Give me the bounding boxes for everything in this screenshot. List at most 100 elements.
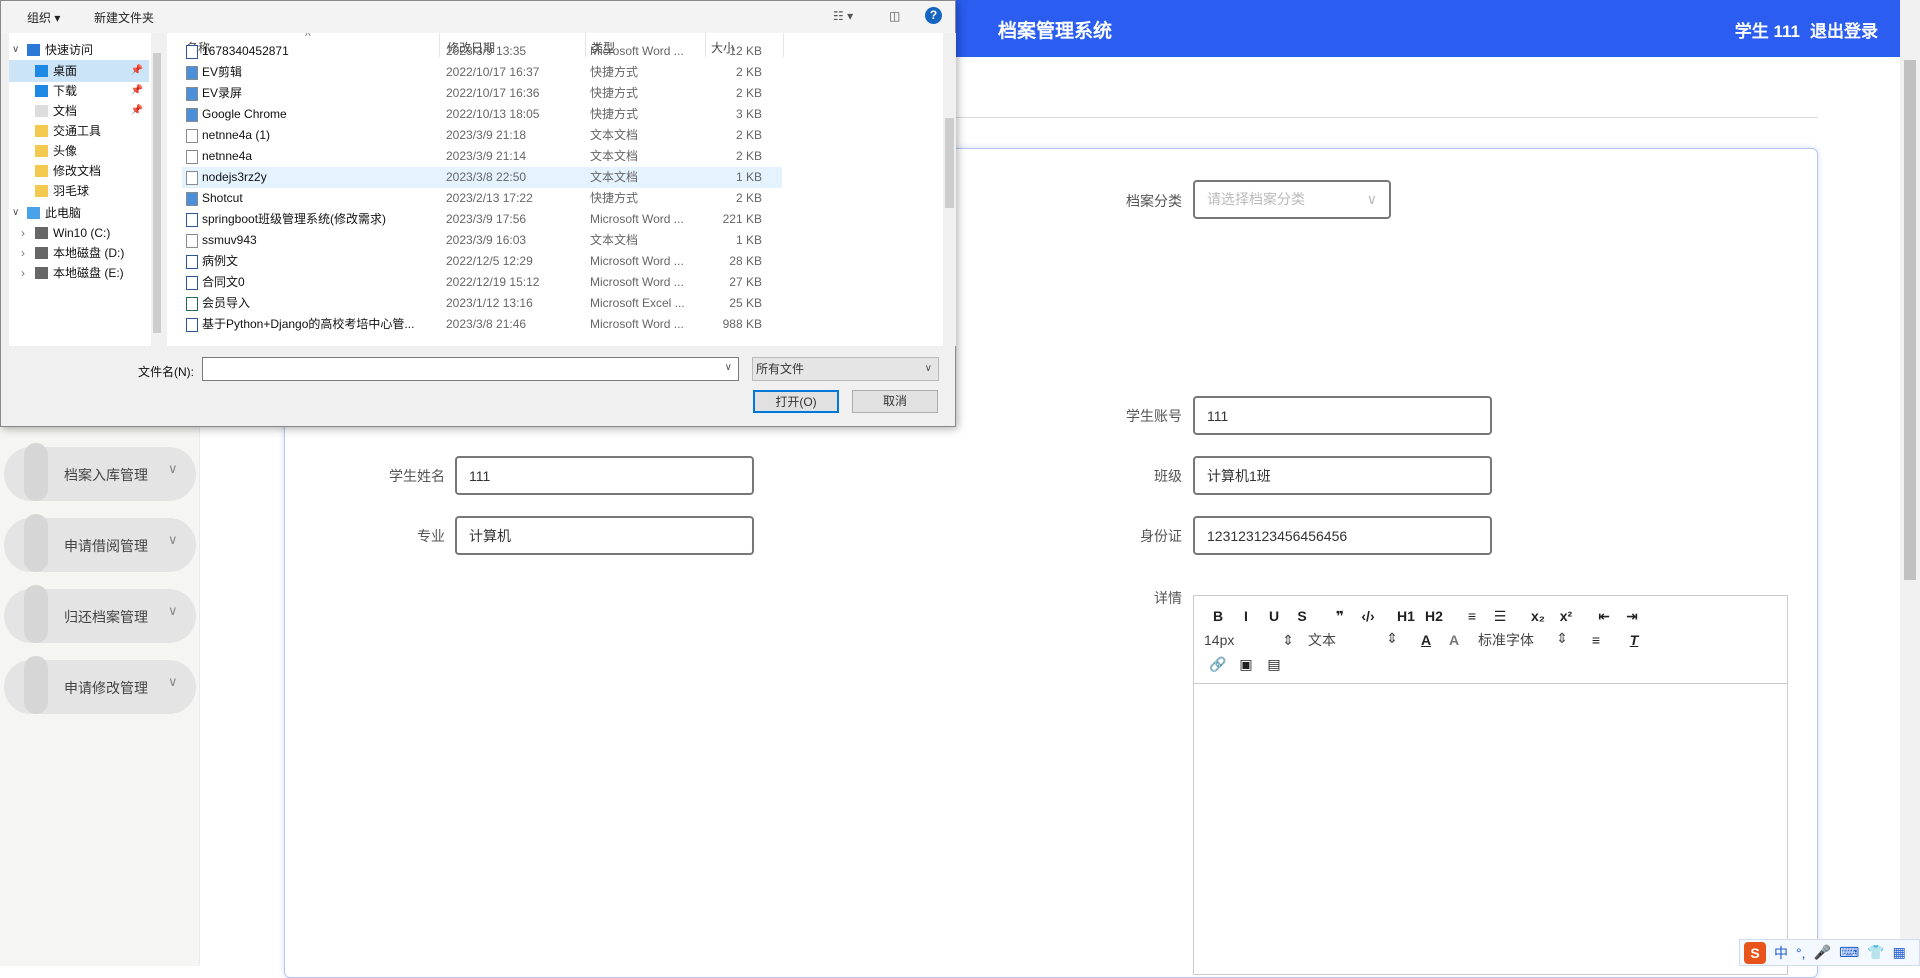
apps-icon[interactable]: ▦	[1893, 944, 1906, 961]
ime-mode[interactable]: 中	[1774, 943, 1788, 963]
clear-format-icon[interactable]: T	[1620, 632, 1648, 648]
sidebar-item-archive-storage[interactable]: 档案入库管理 ∨	[4, 443, 196, 501]
blockquote-icon[interactable]: ❞	[1326, 608, 1354, 625]
major-input[interactable]	[455, 516, 754, 555]
file-type: 快捷方式	[590, 191, 639, 205]
indent-icon[interactable]: ⇥	[1618, 608, 1646, 625]
background-color-icon[interactable]: A	[1440, 632, 1468, 648]
class-input[interactable]	[1193, 456, 1492, 495]
chevron-down-icon[interactable]: ∨	[725, 362, 732, 373]
file-row[interactable]: nodejs3rz2y 2023/3/8 22:50 文本文档 1 KB	[182, 167, 782, 188]
file-row[interactable]: Shotcut 2023/2/13 17:22 快捷方式 2 KB	[182, 188, 782, 209]
outdent-icon[interactable]: ⇤	[1590, 608, 1618, 625]
chevron-right-icon[interactable]: ›	[21, 242, 25, 264]
underline-icon[interactable]: U	[1260, 608, 1288, 624]
file-date: 2023/1/12 13:16	[446, 296, 533, 310]
file-row[interactable]: 会员导入 2023/1/12 13:16 Microsoft Excel ... 25…	[182, 293, 782, 314]
text-color-icon[interactable]: A	[1412, 632, 1440, 648]
file-date: 2023/3/9 21:18	[446, 128, 527, 142]
video-icon[interactable]: ▤	[1260, 656, 1288, 673]
cancel-button[interactable]: 取消	[852, 390, 938, 413]
file-row[interactable]: 1678340452871 2023/3/9 13:35 Microsoft Wor…	[182, 41, 782, 62]
help-icon[interactable]: ?	[925, 7, 942, 24]
file-type-select[interactable]: 所有文件 ∨	[752, 357, 939, 381]
file-row[interactable]: 病例文 2022/12/5 12:29 Microsoft Word ... 28 K…	[182, 251, 782, 272]
keyboard-icon[interactable]: ⌨	[1839, 944, 1859, 961]
nav-item-0[interactable]: ∨ 快速访问	[9, 39, 149, 61]
account-input[interactable]	[1193, 396, 1492, 435]
align-icon[interactable]: ≡	[1582, 632, 1610, 648]
image-icon[interactable]: ▣	[1232, 656, 1260, 673]
header-picker[interactable]: 文本 ⇕	[1308, 630, 1398, 650]
view-options-icon[interactable]: ☷ ▾	[833, 9, 853, 23]
new-folder-button[interactable]: 新建文件夹	[94, 9, 154, 26]
ime-punctuation[interactable]: °,	[1796, 945, 1806, 961]
nav-item-6[interactable]: 修改文档	[9, 160, 149, 182]
category-select[interactable]: 请选择档案分类 ∨	[1193, 180, 1391, 219]
preview-pane-icon[interactable]: ◫	[889, 9, 900, 23]
header-2-icon[interactable]: H2	[1420, 608, 1448, 624]
chevron-down-icon[interactable]: ∨	[12, 202, 19, 224]
nav-item-5[interactable]: 头像	[9, 140, 149, 162]
scrollbar-thumb[interactable]	[945, 118, 954, 208]
file-row[interactable]: ssmuv943 2023/3/9 16:03 文本文档 1 KB	[182, 230, 782, 251]
font-family-picker[interactable]: 标准字体 ⇕	[1478, 630, 1568, 650]
nav-item-label: 羽毛球	[53, 184, 90, 198]
sidebar-item-modify[interactable]: 申请修改管理 ∨	[4, 656, 196, 714]
organize-button[interactable]: 组织 ▾	[27, 9, 60, 26]
nav-scrollbar[interactable]	[151, 33, 163, 346]
nav-item-label: 此电脑	[45, 206, 82, 220]
idcard-input[interactable]	[1193, 516, 1492, 555]
nav-item-7[interactable]: 羽毛球	[9, 180, 149, 202]
sidebar-item-return[interactable]: 归还档案管理 ∨	[4, 585, 196, 643]
header-1-icon[interactable]: H1	[1392, 608, 1420, 624]
nav-item-1[interactable]: 桌面 📌	[9, 60, 149, 82]
nav-item-3[interactable]: 文档 📌	[9, 100, 149, 122]
nav-item-2[interactable]: 下载 📌	[9, 80, 149, 102]
skin-icon[interactable]: 👕	[1867, 944, 1884, 961]
nav-item-8[interactable]: ∨ 此电脑	[9, 202, 149, 224]
rich-text-editor: B I U S ❞ ‹/› H1 H2 ≡ ☰ x₂ x² ⇤ ⇥ 14px ⇕ 文本 ⇕ A A 标准字体 ⇕…	[1193, 595, 1788, 975]
nav-item-11[interactable]: › 本地磁盘 (E:)	[9, 262, 149, 284]
menu-icon	[24, 656, 48, 714]
file-row[interactable]: EV录屏 2022/10/17 16:36 快捷方式 2 KB	[182, 83, 782, 104]
name-input[interactable]	[455, 456, 754, 495]
strike-icon[interactable]: S	[1288, 608, 1316, 624]
subscript-icon[interactable]: x₂	[1524, 608, 1552, 624]
filename-input[interactable]: ∨	[202, 357, 739, 381]
file-list-scrollbar[interactable]	[943, 33, 956, 346]
microphone-icon[interactable]: 🎤	[1814, 944, 1831, 961]
nav-item-10[interactable]: › 本地磁盘 (D:)	[9, 242, 149, 264]
chevron-down-icon: ∨	[168, 603, 178, 618]
logout-link[interactable]: 退出登录	[1810, 22, 1878, 41]
file-row[interactable]: 基于Python+Django的高校考培中心管... 2023/3/8 21:46…	[182, 314, 782, 335]
file-row[interactable]: netnne4a (1) 2023/3/9 21:18 文本文档 2 KB	[182, 125, 782, 146]
file-row[interactable]: 合同文0 2022/12/19 15:12 Microsoft Word ... 27…	[182, 272, 782, 293]
bullet-list-icon[interactable]: ☰	[1486, 608, 1514, 625]
italic-icon[interactable]: I	[1232, 608, 1260, 624]
file-row[interactable]: netnne4a 2023/3/9 21:14 文本文档 2 KB	[182, 146, 782, 167]
scrollbar-thumb[interactable]	[1904, 60, 1916, 580]
file-row[interactable]: EV剪辑 2022/10/17 16:37 快捷方式 2 KB	[182, 62, 782, 83]
chevron-down-icon[interactable]: ∨	[12, 39, 19, 61]
file-row[interactable]: Google Chrome 2022/10/13 18:05 快捷方式 3 KB	[182, 104, 782, 125]
file-row[interactable]: springboot班级管理系统(修改需求) 2023/3/9 17:56 Micr…	[182, 209, 782, 230]
open-button[interactable]: 打开(O)	[753, 390, 839, 413]
ime-toolbar[interactable]: S 中 °, 🎤 ⌨ 👕 ▦	[1739, 939, 1920, 966]
sidebar-item-borrow[interactable]: 申请借阅管理 ∨	[4, 514, 196, 572]
superscript-icon[interactable]: x²	[1552, 608, 1580, 624]
nav-item-label: Win10 (C:)	[53, 226, 111, 240]
nav-item-9[interactable]: › Win10 (C:)	[9, 222, 149, 244]
link-icon[interactable]: 🔗	[1204, 656, 1232, 673]
ordered-list-icon[interactable]: ≡	[1458, 608, 1486, 624]
font-size-picker[interactable]: 14px ⇕	[1204, 632, 1294, 649]
scrollbar-thumb[interactable]	[153, 53, 161, 333]
code-block-icon[interactable]: ‹/›	[1354, 608, 1382, 624]
chevron-right-icon[interactable]: ›	[21, 222, 25, 244]
page-scrollbar[interactable]	[1900, 0, 1920, 966]
bold-icon[interactable]: B	[1204, 608, 1232, 624]
file-date: 2023/2/13 17:22	[446, 191, 533, 205]
header-value: 文本	[1308, 632, 1336, 648]
nav-item-4[interactable]: 交通工具	[9, 120, 149, 142]
chevron-right-icon[interactable]: ›	[21, 262, 25, 284]
